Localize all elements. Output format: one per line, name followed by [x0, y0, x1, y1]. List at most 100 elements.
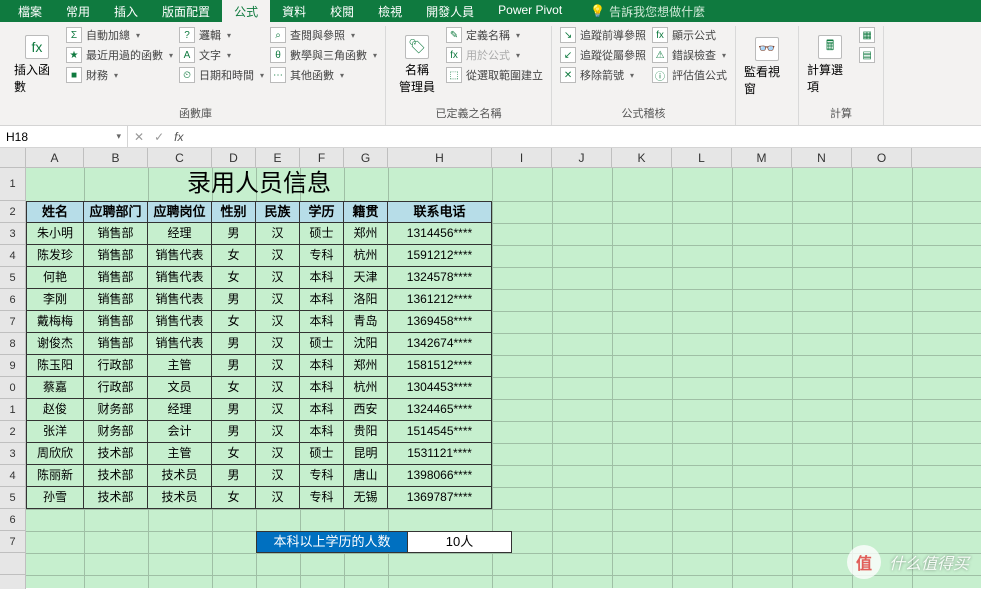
table-cell[interactable]: 文员	[148, 377, 212, 399]
table-cell[interactable]: 本科	[300, 289, 344, 311]
col-header[interactable]: K	[612, 148, 672, 167]
table-cell[interactable]: 技术部	[84, 465, 148, 487]
table-cell[interactable]: 1581512****	[388, 355, 492, 377]
col-header[interactable]: O	[852, 148, 912, 167]
col-header[interactable]: H	[388, 148, 492, 167]
table-cell[interactable]: 汉	[256, 223, 300, 245]
row-header[interactable]: 7	[0, 531, 26, 553]
tab-data[interactable]: 資料	[270, 0, 318, 23]
tab-insert[interactable]: 插入	[102, 0, 150, 23]
table-cell[interactable]: 销售部	[84, 267, 148, 289]
col-header[interactable]: F	[300, 148, 344, 167]
create-from-selection-button[interactable]: ⬚從選取範圍建立	[446, 66, 543, 84]
table-cell[interactable]: 汉	[256, 245, 300, 267]
row-header[interactable]: 6	[0, 289, 26, 311]
table-cell[interactable]: 男	[212, 399, 256, 421]
col-header[interactable]: L	[672, 148, 732, 167]
table-cell[interactable]: 1342674****	[388, 333, 492, 355]
table-cell[interactable]: 朱小明	[26, 223, 84, 245]
table-cell[interactable]: 陈发珍	[26, 245, 84, 267]
row-header[interactable]: 9	[0, 355, 26, 377]
table-cell[interactable]: 汉	[256, 421, 300, 443]
table-cell[interactable]: 无锡	[344, 487, 388, 509]
table-cell[interactable]: 本科	[300, 355, 344, 377]
table-cell[interactable]: 杭州	[344, 245, 388, 267]
table-cell[interactable]: 1324578****	[388, 267, 492, 289]
table-cell[interactable]: 技术员	[148, 465, 212, 487]
col-header[interactable]: I	[492, 148, 552, 167]
table-cell[interactable]: 汉	[256, 465, 300, 487]
table-cell[interactable]: 女	[212, 487, 256, 509]
tab-home[interactable]: 常用	[54, 0, 102, 23]
table-cell[interactable]: 男	[212, 465, 256, 487]
col-header[interactable]: C	[148, 148, 212, 167]
table-cell[interactable]: 销售代表	[148, 267, 212, 289]
table-cell[interactable]: 女	[212, 311, 256, 333]
autosum-button[interactable]: Σ自動加總▾	[66, 26, 173, 44]
row-header[interactable]: 5	[0, 267, 26, 289]
table-cell[interactable]: 财务部	[84, 421, 148, 443]
table-cell[interactable]: 技术部	[84, 487, 148, 509]
table-cell[interactable]: 本科	[300, 311, 344, 333]
table-cell[interactable]: 汉	[256, 311, 300, 333]
table-cell[interactable]: 本科	[300, 421, 344, 443]
table-cell[interactable]: 1314456****	[388, 223, 492, 245]
evaluate-formula-button[interactable]: ⓘ評估值公式	[652, 66, 727, 84]
table-cell[interactable]: 本科	[300, 267, 344, 289]
table-cell[interactable]: 沈阳	[344, 333, 388, 355]
row-header[interactable]: 3	[0, 443, 26, 465]
table-cell[interactable]: 销售部	[84, 245, 148, 267]
enter-icon[interactable]: ✓	[154, 130, 164, 144]
table-cell[interactable]: 本科	[300, 399, 344, 421]
table-cell[interactable]: 销售部	[84, 289, 148, 311]
row-header[interactable]: 4	[0, 465, 26, 487]
tab-powerpivot[interactable]: Power Pivot	[486, 0, 574, 23]
table-cell[interactable]: 天津	[344, 267, 388, 289]
use-in-formula-button[interactable]: fx用於公式▾	[446, 46, 543, 64]
row-header[interactable]: 8	[0, 333, 26, 355]
table-cell[interactable]: 张洋	[26, 421, 84, 443]
tab-pagelayout[interactable]: 版面配置	[150, 0, 222, 23]
row-header[interactable]	[0, 575, 26, 589]
table-cell[interactable]: 李刚	[26, 289, 84, 311]
col-header[interactable]: B	[84, 148, 148, 167]
table-cell[interactable]: 1591212****	[388, 245, 492, 267]
table-cell[interactable]: 女	[212, 377, 256, 399]
table-cell[interactable]: 郑州	[344, 355, 388, 377]
tab-view[interactable]: 檢視	[366, 0, 414, 23]
table-cell[interactable]: 技术员	[148, 487, 212, 509]
tab-file[interactable]: 檔案	[6, 0, 54, 23]
table-cell[interactable]: 会计	[148, 421, 212, 443]
worksheet[interactable]: A B C D E F G H I J K L M N O 1234567890…	[0, 148, 981, 589]
table-cell[interactable]: 汉	[256, 487, 300, 509]
table-cell[interactable]: 1514545****	[388, 421, 492, 443]
table-cell[interactable]: 硕士	[300, 223, 344, 245]
tell-me[interactable]: 💡 告訴我您想做什麼	[590, 3, 705, 20]
row-header[interactable]: 2	[0, 201, 26, 223]
table-cell[interactable]: 男	[212, 289, 256, 311]
table-cell[interactable]: 主管	[148, 443, 212, 465]
col-header[interactable]: J	[552, 148, 612, 167]
trace-dependents-button[interactable]: ↙追蹤從屬參照	[560, 46, 646, 64]
table-cell[interactable]: 专科	[300, 465, 344, 487]
table-cell[interactable]: 1369458****	[388, 311, 492, 333]
name-manager-button[interactable]: 🏷 名稱 管理員	[394, 26, 440, 103]
text-button[interactable]: A文字▾	[179, 46, 264, 64]
table-cell[interactable]: 戴梅梅	[26, 311, 84, 333]
calc-options-button[interactable]: 🖩 計算選項	[807, 26, 853, 103]
row-header[interactable]: 1	[0, 399, 26, 421]
select-all-corner[interactable]	[0, 148, 26, 167]
table-cell[interactable]: 1369787****	[388, 487, 492, 509]
table-cell[interactable]: 男	[212, 355, 256, 377]
row-header[interactable]: 6	[0, 509, 26, 531]
row-header[interactable]: 7	[0, 311, 26, 333]
table-cell[interactable]: 销售部	[84, 333, 148, 355]
col-header[interactable]: D	[212, 148, 256, 167]
table-cell[interactable]: 贵阳	[344, 421, 388, 443]
table-cell[interactable]: 男	[212, 333, 256, 355]
row-header[interactable]: 0	[0, 377, 26, 399]
table-cell[interactable]: 女	[212, 443, 256, 465]
row-header[interactable]: 3	[0, 223, 26, 245]
table-cell[interactable]: 汉	[256, 289, 300, 311]
table-cell[interactable]: 男	[212, 421, 256, 443]
